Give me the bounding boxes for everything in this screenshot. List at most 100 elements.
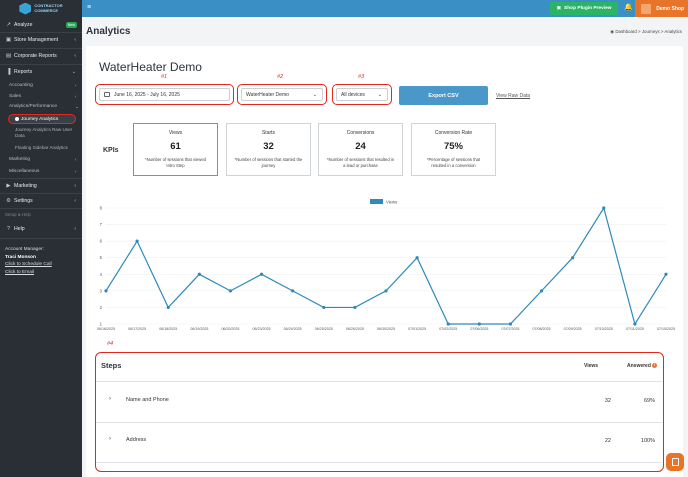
x-tick-label: 06/16/2025 xyxy=(97,327,115,331)
data-point xyxy=(291,289,295,293)
brand-logo[interactable]: CONTRACTOR COMMERCE xyxy=(0,0,82,17)
schedule-call-link[interactable]: Click to Schedule Call xyxy=(5,261,52,269)
kpi-card-starts[interactable]: Starts 32 *Number of sessions that start… xyxy=(226,123,311,176)
account-manager-name: Traci Monson xyxy=(5,254,36,260)
kpi-card-conversion-rate[interactable]: Conversion Rate 75% *Percentage of sessi… xyxy=(411,123,496,176)
x-tick-label: 07/07/2025 xyxy=(501,327,519,331)
x-tick-label: 06/18/2025 xyxy=(159,327,177,331)
sidebar-item-journey-raw[interactable]: Journey Analytics Raw User Data xyxy=(15,127,77,139)
device-select[interactable]: All devices ⌄ xyxy=(332,84,392,105)
annotation-marker-4: #4 xyxy=(107,341,114,347)
chevron-left-icon: ‹ xyxy=(74,183,76,189)
kpi-value: 75% xyxy=(443,141,463,152)
x-tick-label: 07/10/2025 xyxy=(595,327,613,331)
step-name: Name and Phone xyxy=(126,397,169,403)
nav-corporate-reports-label: Corporate Reports xyxy=(14,53,57,59)
nav-help[interactable]: ? Help ‹ xyxy=(0,222,82,236)
chevron-right-icon[interactable]: › xyxy=(109,396,111,402)
x-tick-label: 06/19/2025 xyxy=(190,327,208,331)
x-tick-label: 06/24/2025 xyxy=(284,327,302,331)
kpi-title: Conversion Rate xyxy=(434,130,473,136)
chevron-left-icon: ‹ xyxy=(74,37,76,43)
divider xyxy=(96,462,662,463)
date-range-picker[interactable]: June 16, 2025 - July 16, 2025 xyxy=(95,84,234,105)
chart-icon: ↗ xyxy=(6,22,11,28)
chat-button[interactable] xyxy=(666,453,684,471)
divider xyxy=(0,208,82,209)
nav-analyze[interactable]: ↗ Analyze New xyxy=(0,18,82,32)
nav-corporate-reports[interactable]: ▤ Corporate Reports ‹ xyxy=(0,49,82,63)
data-point xyxy=(259,272,264,276)
views-line-chart: 1 2 3 4 5 6 7 8 06/16/2025 06/17/2025 06/18/2025 06… xyxy=(97,199,675,331)
divider xyxy=(0,238,82,239)
chevron-right-icon[interactable]: › xyxy=(109,436,111,442)
annotation-marker-1: #1 xyxy=(161,74,168,80)
journey-title: WaterHeater Demo xyxy=(99,60,202,74)
table-row[interactable]: › Address 22 100% xyxy=(96,435,662,449)
divider xyxy=(96,422,662,423)
nav-analyze-label: Analyze xyxy=(14,22,33,28)
sidebar-item-floating-sidebar[interactable]: Floating Sidebar Analytics xyxy=(15,145,81,151)
top-bar: ≡ ▣ Shop Plugin Preview 🔔 Demo Shop xyxy=(82,0,688,17)
store-icon: ▣ xyxy=(556,6,562,11)
nav-help-label: Help xyxy=(14,226,25,232)
kpi-value: 32 xyxy=(263,141,274,152)
megaphone-icon: ▶ xyxy=(6,183,11,189)
chevron-down-icon: ⌄ xyxy=(71,69,76,75)
steps-panel: Steps Views Answered i › Name and Phone 3… xyxy=(95,352,664,472)
bell-icon[interactable]: 🔔 xyxy=(624,3,634,13)
sidebar-item-analytics-performance[interactable]: Analytics/Performance ⌄ xyxy=(9,104,79,109)
data-point xyxy=(197,272,201,276)
divider xyxy=(96,381,662,382)
nav-store-management[interactable]: ▣ Store Management ‹ xyxy=(0,33,82,47)
data-point xyxy=(166,305,170,310)
email-link[interactable]: Click to Email xyxy=(5,269,52,277)
analytics-card: WaterHeater Demo #1 #2 #3 June 16, 2025 … xyxy=(86,46,683,477)
hamburger-menu-icon[interactable]: ≡ xyxy=(87,4,91,11)
step-answered: 100% xyxy=(640,438,655,444)
nav-reports[interactable]: ▐ Reports ⌄ xyxy=(0,65,82,79)
legend-label: Views xyxy=(386,200,397,205)
data-point xyxy=(664,272,668,276)
step-views: 22 xyxy=(604,438,611,444)
sidebar-item-accounting-label: Accounting xyxy=(9,83,33,88)
sidebar-item-marketing-reports[interactable]: Marketing ‹ xyxy=(9,157,77,162)
info-icon[interactable]: i xyxy=(651,363,657,369)
nav-settings-label: Settings xyxy=(14,198,33,204)
kpi-title: Conversions xyxy=(346,130,375,136)
calendar-icon xyxy=(104,92,110,97)
nav-reports-label: Reports xyxy=(14,69,33,75)
y-tick-label: 4 xyxy=(100,272,103,277)
journey-select[interactable]: WaterHeater Demo ⌄ xyxy=(237,84,327,105)
help-icon: ? xyxy=(6,226,11,232)
sidebar-item-accounting[interactable]: Accounting ‹ xyxy=(9,83,77,88)
chevron-left-icon: ‹ xyxy=(75,157,77,162)
step-name: Address xyxy=(126,437,147,443)
y-tick-label: 2 xyxy=(100,305,103,310)
table-row[interactable]: › Name and Phone 32 69% xyxy=(96,395,662,409)
sidebar-item-sales[interactable]: Sales ‹ xyxy=(9,94,77,99)
data-point xyxy=(384,289,388,293)
nav-settings[interactable]: ⚙ Settings ‹ xyxy=(0,194,82,208)
nav-marketing-label: Marketing xyxy=(14,183,37,189)
breadcrumb: ◉ Dashboard > Journeys > Analytics xyxy=(610,29,682,35)
kpi-title: Starts xyxy=(261,130,276,136)
annotation-marker-2: #2 xyxy=(277,74,284,80)
nav-marketing[interactable]: ▶ Marketing ‹ xyxy=(0,179,82,193)
sidebar-item-marketing-reports-label: Marketing xyxy=(9,157,31,162)
export-csv-button[interactable]: Export CSV xyxy=(399,86,488,105)
kpi-card-conversions[interactable]: Conversions 24 *Number of sessions that … xyxy=(318,123,403,176)
sidebar-item-journey-analytics[interactable]: Journey Analytics xyxy=(8,114,76,124)
view-raw-data-link[interactable]: View Raw Data xyxy=(496,93,530,99)
data-point xyxy=(135,239,139,243)
breadcrumb-text[interactable]: Dashboard > Journeys > Analytics xyxy=(615,29,682,34)
legend-swatch xyxy=(370,199,383,204)
data-point xyxy=(415,256,419,260)
page-title: Analytics xyxy=(86,26,131,37)
sidebar-item-miscellaneous[interactable]: Miscellaneous ‹ xyxy=(9,169,77,174)
demo-shop-menu[interactable]: Demo Shop xyxy=(635,0,688,17)
chevron-down-icon: ⌄ xyxy=(75,104,79,109)
kpi-card-views[interactable]: Views 61 *Number of sessions that viewed… xyxy=(133,123,218,176)
shop-plugin-preview-button[interactable]: ▣ Shop Plugin Preview xyxy=(550,2,618,15)
section-label-setup-help: Setup & Help xyxy=(5,212,31,217)
